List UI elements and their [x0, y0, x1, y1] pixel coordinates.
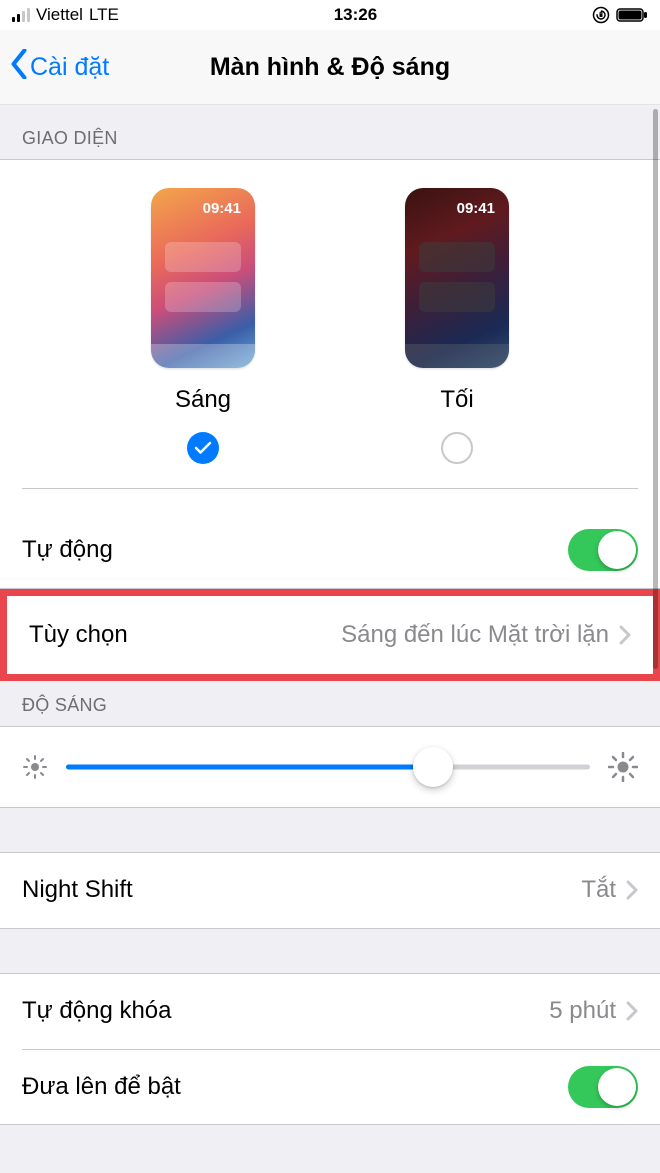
automatic-label: Tự động — [22, 536, 568, 564]
options-value: Sáng đến lúc Mặt trời lặn — [341, 621, 609, 649]
dark-label: Tối — [440, 386, 473, 414]
chevron-right-icon — [619, 625, 631, 645]
highlight-box: Tùy chọn Sáng đến lúc Mặt trời lặn — [0, 589, 660, 681]
cellular-signal-icon — [12, 8, 30, 22]
row-night-shift[interactable]: Night Shift Tắt — [0, 853, 660, 928]
night-shift-value: Tắt — [581, 876, 616, 904]
status-time: 13:26 — [334, 5, 377, 25]
chevron-right-icon — [626, 1001, 638, 1021]
brightness-group — [0, 726, 660, 808]
appearance-option-light[interactable]: 09:41 Sáng — [151, 188, 255, 464]
status-left: Viettel LTE — [12, 5, 119, 25]
raise-to-wake-label: Đưa lên để bật — [22, 1073, 568, 1101]
auto-lock-label: Tự động khóa — [22, 997, 549, 1025]
appearance-option-dark[interactable]: 09:41 Tối — [405, 188, 509, 464]
appearance-panel: 09:41 Sáng 09:41 Tối — [0, 159, 660, 513]
brightness-slider[interactable] — [66, 747, 590, 787]
scrollbar[interactable] — [653, 109, 658, 669]
network-label: LTE — [89, 5, 119, 25]
appearance-preview-light: 09:41 — [151, 188, 255, 368]
battery-icon — [616, 8, 648, 22]
scroll-view[interactable]: GIAO DIỆN 09:41 Sáng 09:41 — [0, 105, 660, 1173]
appearance-preview-dark: 09:41 — [405, 188, 509, 368]
row-options[interactable]: Tùy chọn Sáng đến lúc Mặt trời lặn — [7, 596, 653, 674]
chevron-left-icon — [10, 49, 28, 86]
preview-time-light: 09:41 — [151, 188, 255, 217]
brightness-low-icon — [22, 754, 48, 780]
section-header-brightness: ĐỘ SÁNG — [0, 681, 660, 726]
brightness-high-icon — [608, 752, 638, 782]
row-automatic: Tự động — [0, 513, 660, 588]
auto-lock-value: 5 phút — [549, 997, 616, 1025]
light-label: Sáng — [175, 386, 231, 414]
night-shift-label: Night Shift — [22, 876, 581, 904]
back-button[interactable]: Cài đặt — [10, 30, 109, 104]
chevron-right-icon — [626, 880, 638, 900]
section-header-appearance: GIAO DIỆN — [0, 105, 660, 159]
raise-to-wake-toggle[interactable] — [568, 1066, 638, 1108]
nav-bar: Cài đặt Màn hình & Độ sáng — [0, 30, 660, 105]
orientation-lock-icon — [592, 6, 610, 24]
options-label: Tùy chọn — [29, 621, 341, 649]
back-label: Cài đặt — [30, 53, 109, 82]
automatic-toggle[interactable] — [568, 529, 638, 571]
row-raise-to-wake: Đưa lên để bật — [22, 1049, 660, 1124]
radio-dark-unchecked[interactable] — [441, 432, 473, 464]
carrier-label: Viettel — [36, 5, 83, 25]
page-title: Màn hình & Độ sáng — [210, 53, 450, 82]
row-auto-lock[interactable]: Tự động khóa 5 phút — [0, 974, 660, 1049]
status-right — [592, 6, 648, 24]
radio-light-checked[interactable] — [187, 432, 219, 464]
preview-time-dark: 09:41 — [405, 188, 509, 217]
status-bar: Viettel LTE 13:26 — [0, 0, 660, 30]
